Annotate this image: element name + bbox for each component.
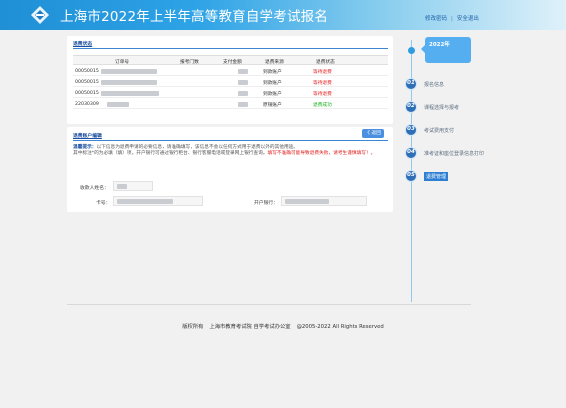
refund-status: 等待退费 [313, 69, 332, 75]
card-number-field[interactable] [113, 196, 203, 206]
step-label: 考试费用支付 [424, 128, 455, 134]
refund-status: 退费成功 [313, 102, 332, 108]
redacted-value [238, 90, 248, 97]
col-subject-count: 报考门数 [180, 59, 199, 65]
timeline-dot [408, 47, 415, 54]
back-button[interactable]: 《 返回 [362, 129, 384, 138]
footer-copyright: @2005-2022 All Rights Reserved [296, 324, 384, 330]
refund-source: 到款账户 [263, 91, 282, 97]
redacted-value [101, 90, 159, 97]
refund-account-title: 退费账户编辑 [73, 134, 102, 139]
logo-icon [31, 6, 49, 24]
step-number: 03 [405, 124, 417, 136]
card-label: 卡号： [96, 201, 111, 206]
order-no: 00050015 [75, 68, 99, 74]
redacted-value [107, 101, 129, 108]
step-registration-info[interactable]: 01 报名信息 [405, 78, 505, 90]
step-admission-ticket[interactable]: 04 准考证和座位登录信息打印 [405, 147, 505, 159]
bank-field[interactable] [281, 196, 367, 206]
section-divider [73, 140, 388, 141]
header-links: 修改密码 | 安全退出 [425, 14, 479, 22]
year-badge: 2022年 [421, 37, 471, 63]
table-row: 00050015 到款账户 等待退费 [73, 77, 388, 87]
step-number: 05 [405, 170, 417, 182]
refund-status-title: 退费状态 [73, 42, 93, 47]
step-refund-management[interactable]: 05 退费管理 [405, 170, 505, 182]
notice-line2: 其中标注*的为必填（填）项，开户银行可通过银行柜台、银行客服电话或登录网上银行查… [73, 151, 268, 156]
step-number: 04 [405, 147, 417, 159]
refund-source: 原银账户 [263, 102, 282, 108]
step-label: 准考证和座位登录信息打印 [424, 151, 485, 157]
header-separator: | [451, 16, 453, 22]
footer-divider [67, 304, 471, 305]
step-course-selection[interactable]: 02 课程选择与报考 [405, 101, 505, 113]
table-row: 00050015 到款账户 等待退费 [73, 88, 388, 98]
redacted-value [238, 101, 248, 108]
table-header: 订单号 报考门数 支付金额 退费来源 退费状态 [73, 55, 388, 65]
notice-label: 温馨提示： [73, 145, 97, 150]
table-row: 00050015 到款账户 等待退费 [73, 66, 388, 76]
step-label: 报名信息 [424, 82, 445, 88]
redacted-value [101, 79, 157, 86]
payee-name-field[interactable] [113, 181, 153, 191]
order-no: 22030309 [75, 101, 99, 107]
step-label: 课程选择与报考 [424, 105, 460, 111]
table-row: 22030309 原银账户 退费成功 [73, 99, 388, 109]
refund-source: 到款账户 [263, 80, 282, 86]
bank-label: 开户银行： [254, 201, 278, 206]
payee-label: 收款人姓名： [80, 186, 109, 191]
refund-source: 到款账户 [263, 69, 282, 75]
col-refund-source: 退费来源 [265, 59, 284, 65]
step-fee-payment[interactable]: 03 考试费用支付 [405, 124, 505, 136]
notice-warning: 填写不准确可能导致退费失败，请考生谨慎填写！。 [267, 151, 376, 156]
logout-link[interactable]: 安全退出 [457, 16, 479, 22]
redacted-value [101, 68, 157, 75]
step-label: 退费管理 [424, 172, 449, 181]
order-no: 00050015 [75, 90, 99, 96]
section-divider [73, 48, 388, 49]
refund-status: 等待退费 [313, 80, 332, 86]
page-title: 上海市2022年上半年高等教育自学考试报名 [60, 9, 329, 25]
notice-text: 温馨提示：以下信息为退费申请的必要信息，请准确填写，该信息不会以任何方式用于退费… [73, 145, 385, 157]
col-amount: 支付金额 [223, 59, 242, 65]
refund-status: 等待退费 [313, 91, 332, 97]
redacted-value [238, 79, 248, 86]
notice-body: 以下信息为退费申请的必要信息，请准确填写，该信息不会以任何方式用于退费以外的其他… [96, 145, 299, 150]
footer-rights: 版权所有 [182, 324, 204, 330]
col-order-no: 订单号 [115, 59, 130, 65]
step-number: 01 [405, 78, 417, 90]
top-header: 上海市2022年上半年高等教育自学考试报名 修改密码 | 安全退出 [0, 0, 566, 30]
modify-password-link[interactable]: 修改密码 [425, 16, 447, 22]
order-no: 00050015 [75, 79, 99, 85]
footer-org: 上海市教育考试院 自学考试办公室 [209, 324, 291, 330]
step-number: 02 [405, 101, 417, 113]
col-refund-status: 退费状态 [316, 59, 335, 65]
footer: 版权所有 上海市教育考试院 自学考试办公室 @2005-2022 All Right… [0, 322, 566, 330]
redacted-value [238, 68, 248, 75]
